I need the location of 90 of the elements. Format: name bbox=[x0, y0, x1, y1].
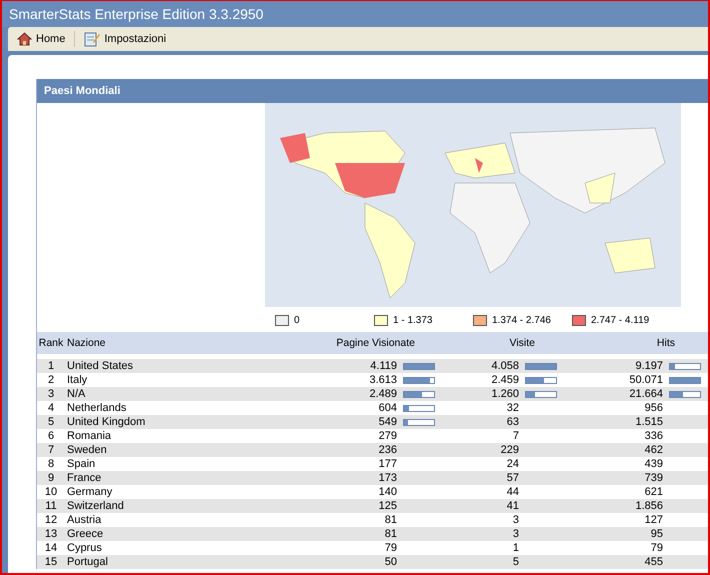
table-cell-text: 95 bbox=[650, 528, 664, 540]
column-header: Rank bbox=[38, 337, 64, 349]
table-cell-text: 12 bbox=[44, 514, 58, 526]
window-title: SmarterStats Enterprise Edition 3.3.2950 bbox=[9, 6, 264, 22]
table-cell-text: 7 bbox=[46, 444, 56, 456]
table-cell-text: 81 bbox=[384, 514, 398, 526]
table-cell-text: 79 bbox=[650, 542, 664, 554]
table-cell-text: 229 bbox=[500, 444, 520, 456]
table-cell-text: N/A bbox=[66, 388, 86, 400]
table-cell-text: 462 bbox=[644, 444, 664, 456]
table-cell-text: 604 bbox=[378, 402, 398, 414]
table-cell-text: 14 bbox=[44, 542, 58, 554]
legend-label: 1 - 1.373 bbox=[393, 314, 432, 326]
table-cell-text: United States bbox=[66, 360, 134, 372]
toolbar-button[interactable]: Impostazioni bbox=[81, 29, 170, 49]
column-header: Visite bbox=[508, 337, 535, 349]
table-cell-text: Sweden bbox=[66, 444, 108, 456]
table-cell-text: 173 bbox=[378, 472, 398, 484]
notepad-icon bbox=[84, 31, 100, 47]
table-cell-text: 1.260 bbox=[490, 388, 520, 400]
table-cell-text: Spain bbox=[66, 458, 96, 470]
table-cell-text: 455 bbox=[644, 556, 664, 568]
table-cell-text: 9 bbox=[46, 472, 56, 484]
house-icon bbox=[17, 32, 32, 46]
table-cell-text: 8 bbox=[46, 458, 56, 470]
table-cell-text: 127 bbox=[644, 514, 664, 526]
table-cell-text: Cyprus bbox=[66, 542, 103, 554]
table-cell-text: 3 bbox=[512, 514, 520, 526]
column-header: Nazione bbox=[66, 337, 107, 349]
panel-header: Paesi Mondiali bbox=[37, 79, 708, 103]
table-cell-text: 50 bbox=[384, 556, 398, 568]
table-cell-text: 739 bbox=[644, 472, 664, 484]
table-cell-text: 140 bbox=[378, 486, 398, 498]
table-cell-text: Portugal bbox=[66, 556, 109, 568]
table-cell-text: 81 bbox=[384, 528, 398, 540]
table-cell-text: Germany bbox=[66, 486, 114, 498]
table-cell-text: 10 bbox=[44, 486, 58, 498]
table-cell-text: Romania bbox=[66, 430, 112, 442]
table-cell-text: 4 bbox=[46, 402, 56, 414]
table-cell-text: 5 bbox=[512, 556, 520, 568]
column-header: Hits bbox=[656, 337, 675, 349]
table-cell-text: 44 bbox=[506, 486, 520, 498]
table-cell-text: 336 bbox=[644, 430, 664, 442]
table-cell-text: 21.664 bbox=[628, 388, 664, 400]
table-cell-text: Switzerland bbox=[66, 500, 125, 512]
legend-label: 2.747 - 4.119 bbox=[591, 314, 650, 326]
table-cell-text: 236 bbox=[378, 444, 398, 456]
table-cell-text: 3 bbox=[46, 388, 56, 400]
table-cell-text: 177 bbox=[378, 458, 398, 470]
table-cell-text: United Kingdom bbox=[66, 416, 146, 428]
table-cell-text: 5 bbox=[46, 416, 56, 428]
table-cell-text: 3 bbox=[512, 528, 520, 540]
table-cell-text: 63 bbox=[506, 416, 520, 428]
table-cell-text: France bbox=[66, 472, 102, 484]
table-cell-text: 15 bbox=[44, 556, 58, 568]
table-cell-text: Greece bbox=[66, 528, 104, 540]
table-cell-text: 3.613 bbox=[368, 374, 398, 386]
table-cell-text: Austria bbox=[66, 514, 102, 526]
table-cell-text: 621 bbox=[644, 486, 664, 498]
table-cell-text: 1 bbox=[512, 542, 520, 554]
table-cell-text: 79 bbox=[384, 542, 398, 554]
table-cell-text: 2.489 bbox=[368, 388, 398, 400]
table-cell-text: 9.197 bbox=[634, 360, 664, 372]
table-cell-text: 41 bbox=[506, 500, 520, 512]
table-cell-text: 549 bbox=[378, 416, 398, 428]
legend-label: 0 bbox=[294, 314, 300, 326]
table-cell-text: 24 bbox=[506, 458, 520, 470]
table-cell-text: 439 bbox=[644, 458, 664, 470]
toolbar-button[interactable]: Home bbox=[14, 30, 68, 48]
table-cell-text: 1 bbox=[46, 360, 56, 372]
table-cell-text: Netherlands bbox=[66, 402, 128, 414]
table-cell-text: 1.515 bbox=[634, 416, 664, 428]
table-cell-text: 6 bbox=[46, 430, 56, 442]
table-cell-text: 11 bbox=[44, 500, 58, 512]
table-cell-text: 4.058 bbox=[490, 360, 520, 372]
table-cell-text: 125 bbox=[378, 500, 398, 512]
table-cell-text: 57 bbox=[506, 472, 520, 484]
column-header: Pagine Visionate bbox=[335, 337, 415, 349]
table-cell-text: 32 bbox=[506, 402, 520, 414]
table-cell-text: 50.071 bbox=[628, 374, 664, 386]
table-cell-text: Italy bbox=[66, 374, 88, 386]
table-cell-text: 956 bbox=[644, 402, 664, 414]
legend-label: 1.374 - 2.746 bbox=[492, 314, 551, 326]
table-cell-text: 4.119 bbox=[369, 360, 398, 372]
table-cell-text: 1.856 bbox=[634, 500, 664, 512]
table-cell-text: 2.459 bbox=[490, 374, 520, 386]
table-cell-text: 279 bbox=[378, 430, 398, 442]
table-cell-text: 13 bbox=[44, 528, 58, 540]
table-cell-text: 7 bbox=[512, 430, 520, 442]
table-cell-text: 2 bbox=[46, 374, 56, 386]
